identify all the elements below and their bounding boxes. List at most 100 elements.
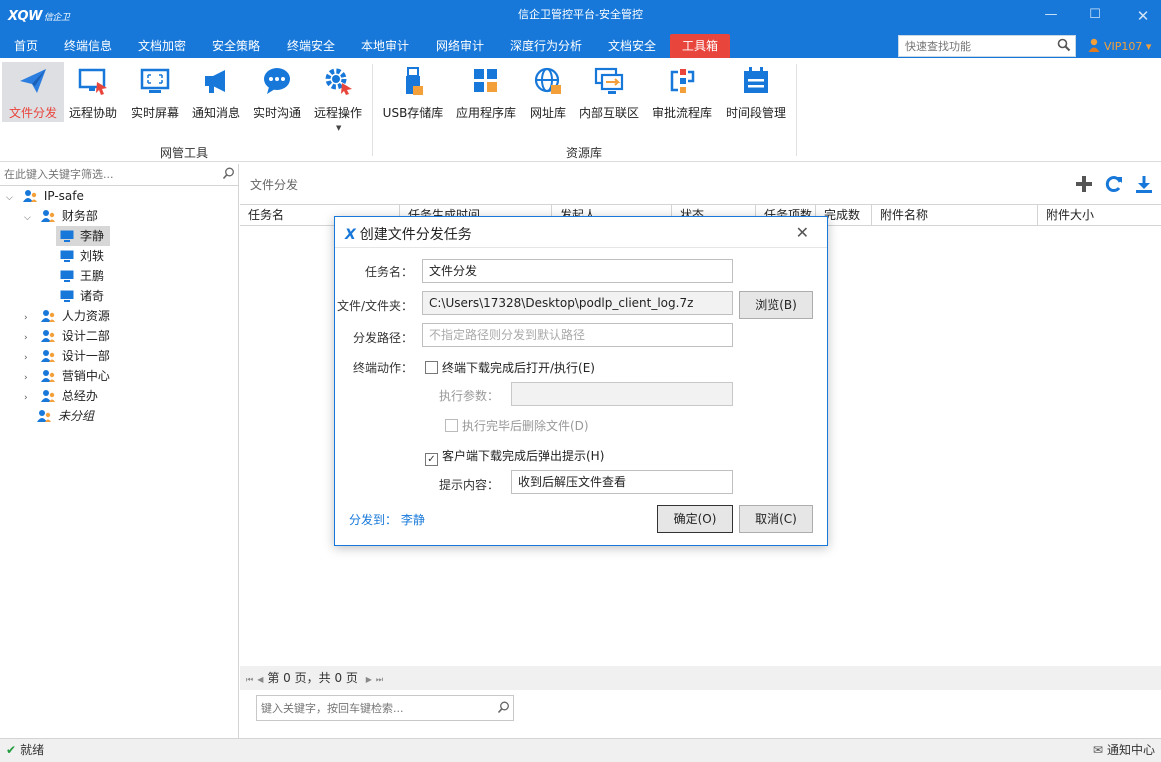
chevron-down-icon[interactable]: ⌵	[24, 208, 36, 228]
dialog-close-button[interactable]: ✕	[796, 223, 809, 242]
col-attachment-name[interactable]: 附件名称	[872, 205, 1038, 226]
task-name-label: 任务名：	[364, 265, 413, 279]
task-name-input[interactable]: 文件分发	[422, 259, 733, 283]
minimize-button[interactable]: —	[1038, 7, 1064, 27]
last-page-icon[interactable]: ⏭	[376, 675, 383, 684]
app-logo-icon: X	[345, 227, 356, 243]
tree-dept-finance[interactable]: ⌵ 财务部	[24, 206, 98, 226]
menu-terminal-info[interactable]: 终端信息	[64, 34, 112, 58]
tree-user[interactable]: 刘轶	[60, 246, 104, 266]
quick-search-input[interactable]	[899, 36, 1049, 56]
close-window-button[interactable]: ✕	[1130, 7, 1156, 27]
notify-center-button[interactable]: ✉ 通知中心	[1093, 739, 1155, 762]
col-attachment-size[interactable]: 附件大小	[1038, 205, 1161, 226]
menu-doc-security[interactable]: 文档安全	[608, 34, 656, 58]
open-after-download-checkbox[interactable]: 终端下载完成后打开/执行(E)	[425, 359, 595, 376]
apps-grid-icon	[470, 66, 502, 96]
dist-path-input[interactable]: 不指定路径则分发到默认路径	[422, 323, 733, 347]
computer-icon	[60, 268, 74, 288]
add-icon[interactable]	[1074, 174, 1096, 196]
tool-usb-storage[interactable]: USB存储库	[382, 62, 444, 122]
search-icon[interactable]	[1057, 38, 1071, 55]
next-page-icon[interactable]: ▶	[366, 675, 372, 684]
chevron-down-icon[interactable]: ⌵	[6, 188, 18, 208]
menu-home[interactable]: 首页	[14, 34, 38, 58]
menu-network-audit[interactable]: 网络审计	[436, 34, 484, 58]
check-icon: ✔	[6, 743, 17, 757]
tree-filter-input[interactable]	[0, 164, 200, 184]
tree-user[interactable]: 王鹏	[60, 266, 104, 286]
computer-icon	[60, 228, 74, 248]
target-user-link[interactable]: 李静	[401, 513, 425, 527]
page-indicator: 第 0 页，共 0 页	[267, 671, 358, 685]
vip-account[interactable]: VIP107 ▾	[1088, 38, 1151, 53]
tree-dept[interactable]: › 人力资源	[24, 306, 110, 326]
chevron-right-icon[interactable]: ›	[24, 308, 36, 328]
calendar-icon	[740, 66, 772, 96]
popup-prompt-checkbox[interactable]: ✓ 客户端下载完成后弹出提示(H)	[425, 447, 604, 466]
tree-dept[interactable]: › 设计二部	[24, 326, 110, 346]
menu-local-audit[interactable]: 本地审计	[361, 34, 409, 58]
menu-toolbox[interactable]: 工具箱	[670, 34, 731, 58]
main-menu: 首页 终端信息 文档加密 安全策略 终端安全 本地审计 网络审计 深度行为分析 …	[0, 34, 1161, 58]
tool-remote-operation[interactable]: 远程操作	[307, 62, 369, 122]
menu-behavior-analysis[interactable]: 深度行为分析	[510, 34, 582, 58]
search-icon[interactable]	[497, 701, 510, 717]
exec-params-input[interactable]	[511, 382, 733, 406]
paper-plane-icon	[17, 66, 49, 96]
tree-root[interactable]: ⌵ IP-safe	[6, 186, 84, 206]
maximize-button[interactable]: ☐	[1082, 7, 1108, 27]
tree-dept[interactable]: › 总经办	[24, 386, 98, 406]
create-distribution-dialog: X 创建文件分发任务 ✕ 任务名： 文件分发 文件/文件夹： C:\Users\1…	[334, 216, 828, 546]
search-icon[interactable]	[222, 167, 235, 183]
usb-icon	[397, 66, 429, 96]
tool-intranet-zone[interactable]: 内部互联区	[578, 62, 640, 122]
tool-time-periods[interactable]: 时间段管理	[725, 62, 787, 122]
chevron-right-icon[interactable]: ›	[24, 348, 36, 368]
app-window: XQW 信企卫 信企卫管控平台-安全管控 — ☐ ✕ 首页 终端信息 文档加密 安…	[0, 0, 1161, 762]
group-icon	[40, 209, 56, 229]
gear-icon	[322, 66, 354, 96]
distribute-target: 分发到： 李静	[349, 513, 425, 527]
chevron-right-icon[interactable]: ›	[24, 328, 36, 348]
prev-page-icon[interactable]: ◀	[257, 675, 263, 684]
quick-search	[898, 35, 1076, 57]
menu-doc-encrypt[interactable]: 文档加密	[138, 34, 186, 58]
menu-terminal-security[interactable]: 终端安全	[287, 34, 335, 58]
first-page-icon[interactable]: ⏮	[246, 675, 253, 684]
file-path-input[interactable]: C:\Users\17328\Desktop\podlp_client_log.…	[422, 291, 733, 315]
title-bar: XQW 信企卫 信企卫管控平台-安全管控 — ☐ ✕	[0, 0, 1161, 34]
pager: ⏮ ◀ 第 0 页，共 0 页 ▶ ⏭	[240, 666, 1161, 690]
tree-dept[interactable]: › 营销中心	[24, 366, 110, 386]
tree-user-selected[interactable]: 李静	[56, 226, 110, 246]
browse-button[interactable]: 浏览(B)	[739, 291, 813, 319]
checkmark-icon: ✓	[425, 453, 438, 466]
task-search-input[interactable]	[257, 696, 487, 720]
status-bar: ✔ 就绪 ✉ 通知中心	[0, 738, 1161, 762]
tool-approval-flow[interactable]: 审批流程库	[651, 62, 713, 122]
task-search	[256, 695, 514, 721]
download-icon[interactable]	[1134, 174, 1156, 196]
chevron-right-icon[interactable]: ›	[24, 368, 36, 388]
intranet-icon	[593, 66, 625, 96]
menu-security-policy[interactable]: 安全策略	[212, 34, 260, 58]
org-tree-pane: ⌵ IP-safe ⌵ 财务部 李静 刘轶 王鹏 诸奇 › 人力资源 › 设计二…	[0, 164, 239, 738]
tree-ungrouped[interactable]: 未分组	[36, 406, 94, 426]
chevron-right-icon[interactable]: ›	[24, 388, 36, 408]
group-icon	[36, 409, 52, 429]
computer-icon	[60, 288, 74, 308]
globe-icon	[532, 66, 564, 96]
prompt-content-input[interactable]: 收到后解压文件查看	[511, 470, 733, 494]
tree-user[interactable]: 诸奇	[60, 286, 104, 306]
delete-after-exec-checkbox[interactable]: 执行完毕后删除文件(D)	[445, 417, 589, 434]
cancel-button[interactable]: 取消(C)	[739, 505, 813, 533]
megaphone-icon	[200, 66, 232, 96]
ok-button[interactable]: 确定(O)	[657, 505, 733, 533]
remote-operation-dropdown-icon[interactable]: ▼	[336, 124, 341, 132]
window-title: 信企卫管控平台-安全管控	[518, 8, 643, 21]
tree-dept[interactable]: › 设计一部	[24, 346, 110, 366]
screen-icon	[139, 66, 171, 96]
tree-filter	[0, 164, 239, 186]
refresh-icon[interactable]	[1104, 174, 1126, 196]
ribbon-divider	[796, 64, 797, 156]
